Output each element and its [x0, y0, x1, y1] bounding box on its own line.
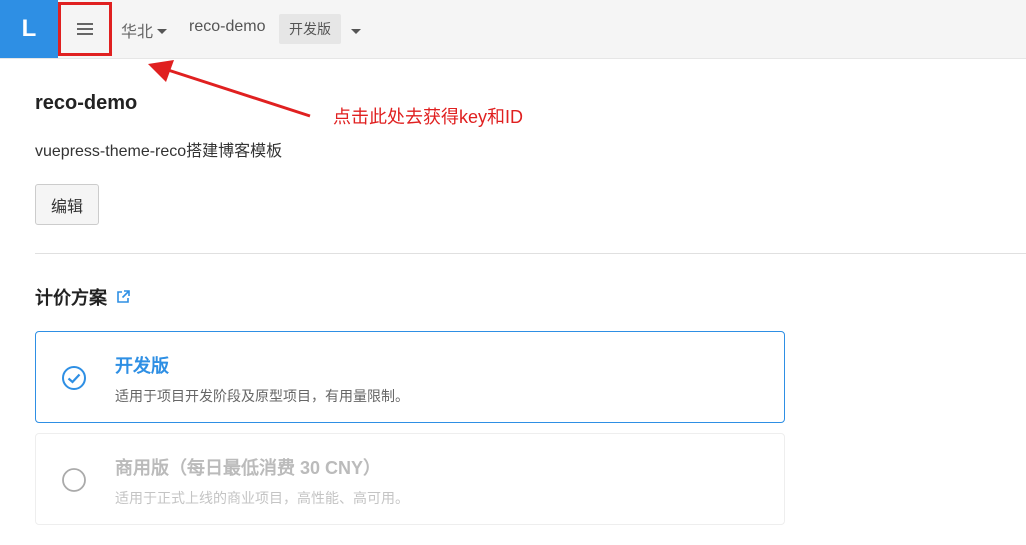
- pricing-title-label: 计价方案: [35, 288, 107, 308]
- check-circle-icon: [62, 366, 86, 390]
- app-description: vuepress-theme-reco搭建博客模板: [35, 143, 283, 160]
- plan-note: 适用于正式上线的商业项目，高性能、高可用。: [115, 490, 409, 506]
- divider: [35, 253, 1026, 254]
- annotation-text: 点击此处去获得key和ID: [333, 107, 524, 127]
- external-link-icon[interactable]: [115, 289, 131, 305]
- radio-circle-icon: [62, 468, 86, 492]
- app-title: reco-demo: [35, 92, 138, 114]
- plan-note: 适用于项目开发阶段及原型项目，有用量限制。: [115, 388, 409, 404]
- plan-option-commercial[interactable]: 商用版（每日最低消费 30 CNY） 适用于正式上线的商业项目，高性能、高可用。: [35, 433, 785, 525]
- edit-button[interactable]: 编辑: [35, 184, 99, 225]
- plan-option-dev[interactable]: 开发版 适用于项目开发阶段及原型项目，有用量限制。: [35, 331, 785, 423]
- plan-name: 商用版（每日最低消费 30 CNY）: [115, 458, 382, 478]
- plan-name: 开发版: [115, 356, 169, 376]
- pricing-section-title: 计价方案: [35, 284, 131, 310]
